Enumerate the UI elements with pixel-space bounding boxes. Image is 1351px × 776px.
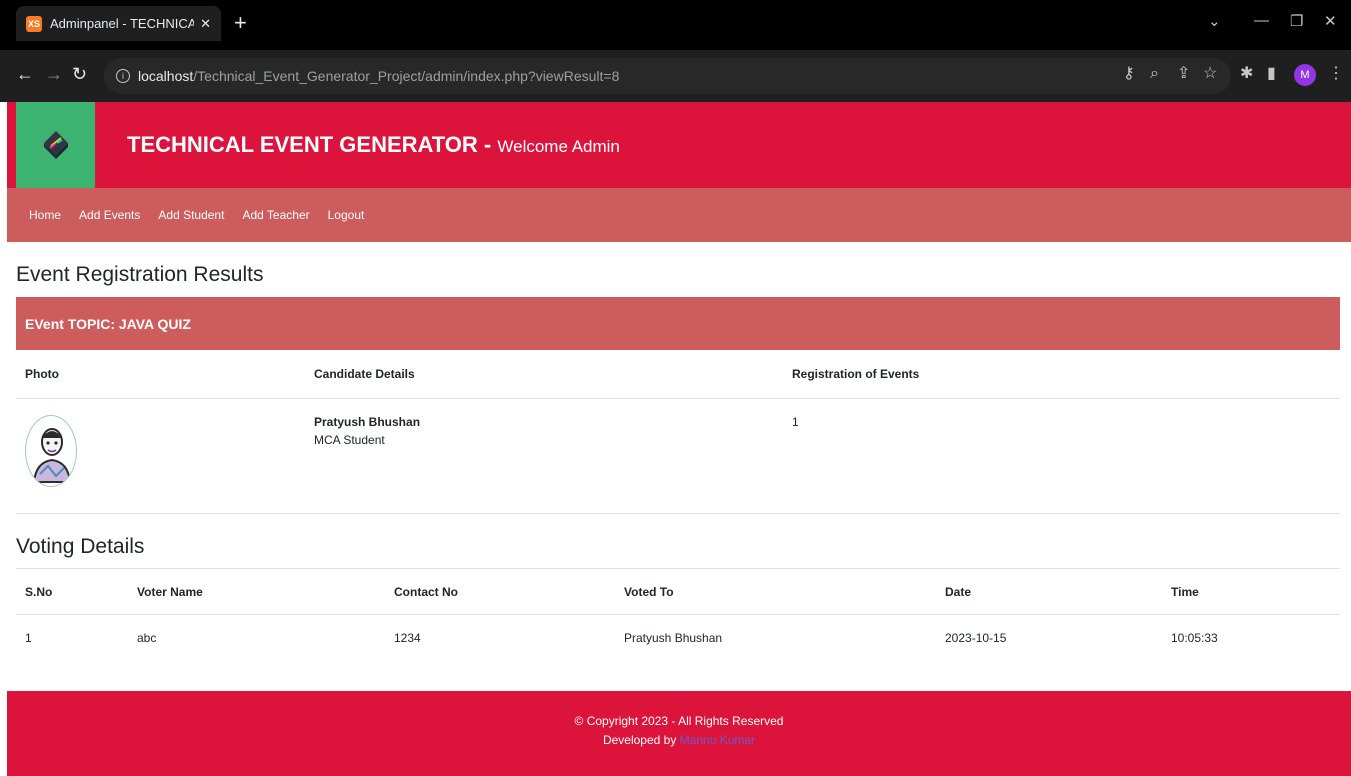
- reload-icon[interactable]: ↻: [72, 65, 87, 83]
- close-window-icon[interactable]: ✕: [1324, 12, 1337, 30]
- column-header-photo: Photo: [16, 350, 305, 399]
- column-header-registrations: Registration of Events: [783, 350, 1340, 399]
- welcome-text: Welcome Admin: [497, 137, 620, 156]
- person-icon: [32, 427, 72, 483]
- back-icon[interactable]: ←: [16, 65, 34, 83]
- nav-home-link[interactable]: Home: [29, 208, 61, 222]
- browser-tab[interactable]: XS Adminpanel - TECHNICAL EVEN ✕: [16, 6, 221, 41]
- side-panel-icon[interactable]: ▮: [1267, 65, 1276, 83]
- url-path: /Technical_Event_Generator_Project/admin…: [193, 68, 620, 84]
- site-logo[interactable]: [16, 102, 95, 188]
- key-icon[interactable]: ⚷: [1123, 65, 1135, 83]
- nav-logout-link[interactable]: Logout: [328, 208, 365, 222]
- tab-search-icon[interactable]: ⌄: [1208, 12, 1221, 30]
- vote-contact: 1234: [394, 630, 421, 645]
- minimize-icon[interactable]: —: [1254, 12, 1269, 29]
- tab-close-icon[interactable]: ✕: [200, 16, 211, 32]
- logo-icon: [43, 131, 68, 159]
- column-header-contact: Contact No: [385, 568, 615, 615]
- nav-add-events-link[interactable]: Add Events: [79, 208, 140, 222]
- browser-tab-strip: XS Adminpanel - TECHNICAL EVEN ✕ + ⌄ — ❐…: [0, 0, 1351, 50]
- column-header-date: Date: [936, 568, 1162, 615]
- results-table: Photo Candidate Details Registration of …: [16, 350, 1340, 514]
- vote-sno: 1: [25, 630, 32, 645]
- nav-add-teacher-link[interactable]: Add Teacher: [242, 208, 309, 222]
- nav-add-student-link[interactable]: Add Student: [158, 208, 224, 222]
- url-host: localhost: [138, 68, 194, 84]
- candidate-details-cell: Pratyush Bhushan MCA Student: [305, 398, 783, 514]
- vote-voted-to: Pratyush Bhushan: [624, 630, 723, 645]
- share-icon[interactable]: ⇪: [1177, 65, 1190, 83]
- site-title: TECHNICAL EVENT GENERATOR - Welcome Admi…: [127, 132, 620, 158]
- table-row: Pratyush Bhushan MCA Student 1: [16, 398, 1340, 514]
- address-bar[interactable]: i localhost/Technical_Event_Generator_Pr…: [104, 58, 1231, 94]
- results-header-row: Photo Candidate Details Registration of …: [16, 350, 1340, 399]
- column-header-sno: S.No: [16, 568, 128, 615]
- candidate-photo[interactable]: [25, 414, 77, 487]
- voting-header-row: S.No Voter Name Contact No Voted To Date…: [16, 568, 1340, 615]
- site-footer: © Copyright 2023 - All Rights Reserved D…: [7, 691, 1351, 776]
- column-header-voter-name: Voter Name: [128, 568, 385, 615]
- favicon-icon: XS: [26, 15, 42, 32]
- column-header-voted-to: Voted To: [615, 568, 936, 615]
- forward-icon[interactable]: →: [45, 65, 63, 83]
- candidate-role: MCA Student: [314, 432, 385, 447]
- developed-by-text: Developed by: [602, 733, 677, 747]
- site-header: TECHNICAL EVENT GENERATOR - Welcome Admi…: [7, 102, 1351, 188]
- column-header-time: Time: [1162, 568, 1340, 615]
- column-header-candidate: Candidate Details: [305, 350, 783, 399]
- event-topic-bar: EVent TOPIC: JAVA QUIZ: [16, 297, 1340, 350]
- browser-toolbar: ← → ↻ i localhost/Technical_Event_Genera…: [0, 50, 1351, 102]
- copyright-text: © Copyright 2023 - All Rights Reserved: [574, 714, 784, 728]
- page-title: Event Registration Results: [16, 263, 264, 286]
- extensions-icon[interactable]: ✱: [1240, 65, 1253, 83]
- restore-icon[interactable]: ❐: [1290, 12, 1303, 30]
- voting-title: Voting Details: [16, 535, 145, 558]
- tab-title: Adminpanel - TECHNICAL EVEN: [50, 16, 195, 31]
- profile-avatar[interactable]: M: [1294, 64, 1316, 86]
- site-title-main: TECHNICAL EVENT GENERATOR -: [127, 132, 492, 157]
- candidate-name: Pratyush Bhushan: [314, 414, 421, 429]
- developer-credit: Developed by Mannu Kumar: [7, 731, 1351, 750]
- new-tab-icon[interactable]: +: [234, 12, 247, 34]
- voting-table: S.No Voter Name Contact No Voted To Date…: [16, 568, 1340, 661]
- vote-voter-name: abc: [137, 630, 157, 645]
- zoom-icon[interactable]: ⌕: [1150, 65, 1159, 83]
- menu-kebab-icon[interactable]: ⋮: [1328, 65, 1344, 83]
- vote-time: 10:05:33: [1171, 630, 1218, 645]
- bookmark-star-icon[interactable]: ☆: [1203, 65, 1217, 83]
- vote-date: 2023-10-15: [945, 630, 1007, 645]
- main-nav: Home Add Events Add Student Add Teacher …: [7, 188, 1351, 242]
- site-info-icon[interactable]: i: [116, 69, 130, 83]
- registration-count: 1: [783, 398, 1340, 514]
- developer-link[interactable]: Mannu Kumar: [680, 733, 755, 747]
- table-row: 1 abc 1234 Pratyush Bhushan 2023-10-15 1…: [16, 615, 1340, 661]
- photo-cell: [16, 398, 305, 514]
